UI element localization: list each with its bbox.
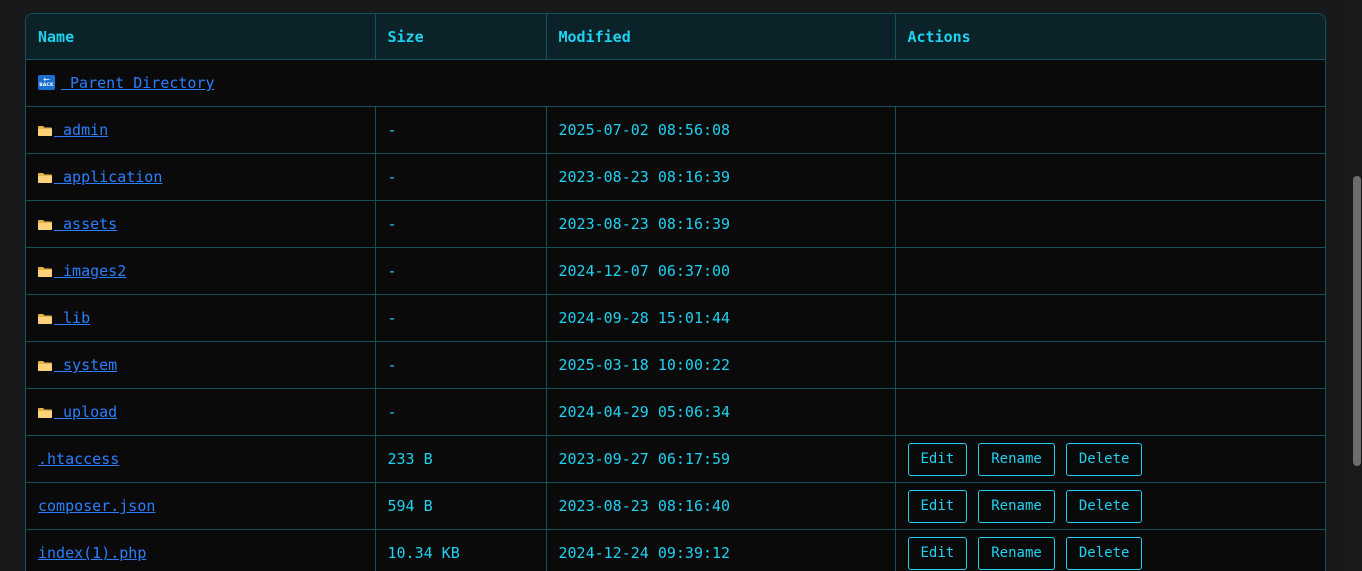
- table-row: application -2023-08-23 08:16:39: [26, 153, 1325, 201]
- modified-cell: 2023-08-23 08:16:39: [546, 200, 896, 248]
- size-cell: -: [375, 153, 547, 201]
- folder-link[interactable]: system: [54, 356, 117, 374]
- actions-cell: Edit Rename Delete: [895, 482, 1325, 530]
- size-cell: -: [375, 200, 547, 248]
- modified-cell: 2024-12-24 09:39:12: [546, 529, 896, 571]
- delete-button[interactable]: Delete: [1065, 536, 1143, 570]
- size-cell: 10.34 KB: [375, 529, 547, 571]
- size-cell: 233 B: [375, 435, 547, 483]
- size-cell: -: [375, 247, 547, 295]
- modified-cell: 2023-08-23 08:16:40: [546, 482, 896, 530]
- table-row: assets -2023-08-23 08:16:39: [26, 200, 1325, 248]
- name-cell: composer.json: [26, 482, 376, 530]
- name-cell: index(1).php: [26, 529, 376, 571]
- folder-link[interactable]: lib: [54, 309, 90, 327]
- folder-icon: [38, 169, 52, 183]
- actions-cell: [895, 153, 1325, 201]
- edit-button[interactable]: Edit: [907, 489, 968, 523]
- file-table-container: Name Size Modified Actions ← BACK Parent …: [25, 13, 1326, 571]
- parent-directory-link[interactable]: Parent Directory: [61, 74, 215, 92]
- actions-cell: [895, 341, 1325, 389]
- column-header-name: Name: [26, 14, 376, 60]
- parent-directory-cell: ← BACK Parent Directory: [26, 59, 1325, 107]
- delete-button[interactable]: Delete: [1065, 489, 1143, 523]
- folder-link[interactable]: images2: [54, 262, 126, 280]
- file-link[interactable]: composer.json: [38, 497, 155, 515]
- actions-cell: Edit Rename Delete: [895, 435, 1325, 483]
- modified-cell: 2023-09-27 06:17:59: [546, 435, 896, 483]
- table-row: lib -2024-09-28 15:01:44: [26, 294, 1325, 342]
- column-header-actions: Actions: [895, 14, 1325, 60]
- actions-cell: [895, 106, 1325, 154]
- size-cell: 594 B: [375, 482, 547, 530]
- name-cell: lib: [26, 294, 376, 342]
- actions-cell: [895, 247, 1325, 295]
- rename-button[interactable]: Rename: [978, 536, 1055, 570]
- back-icon: ← BACK: [38, 75, 55, 90]
- folder-icon: [38, 263, 52, 277]
- table-header-row: Name Size Modified Actions: [26, 14, 1325, 60]
- modified-cell: 2023-08-23 08:16:39: [546, 153, 896, 201]
- table-row: images2 -2024-12-07 06:37:00: [26, 247, 1325, 295]
- folder-icon: [38, 357, 52, 371]
- size-cell: -: [375, 341, 547, 389]
- table-row: composer.json 594 B 2023-08-23 08:16:40 Edi…: [26, 482, 1325, 530]
- table-row: admin -2025-07-02 08:56:08: [26, 106, 1325, 154]
- file-manager-page: Name Size Modified Actions ← BACK Parent …: [0, 0, 1362, 571]
- file-table: Name Size Modified Actions ← BACK Parent …: [26, 14, 1325, 571]
- file-link[interactable]: .htaccess: [38, 450, 119, 468]
- actions-cell: [895, 388, 1325, 436]
- name-cell: .htaccess: [26, 435, 376, 483]
- column-header-size: Size: [375, 14, 547, 60]
- table-row: index(1).php 10.34 KB 2024-12-24 09:39:12 E…: [26, 529, 1325, 571]
- modified-cell: 2025-07-02 08:56:08: [546, 106, 896, 154]
- rename-button[interactable]: Rename: [978, 442, 1055, 476]
- name-cell: upload: [26, 388, 376, 436]
- file-link[interactable]: index(1).php: [38, 544, 146, 562]
- size-cell: -: [375, 388, 547, 436]
- folder-icon: [38, 404, 52, 418]
- folder-link[interactable]: admin: [54, 121, 108, 139]
- folder-icon: [38, 216, 52, 230]
- name-cell: admin: [26, 106, 376, 154]
- parent-directory-row: ← BACK Parent Directory: [26, 59, 1325, 107]
- actions-cell: [895, 294, 1325, 342]
- table-row: system -2025-03-18 10:00:22: [26, 341, 1325, 389]
- folder-link[interactable]: assets: [54, 215, 117, 233]
- size-cell: -: [375, 106, 547, 154]
- folder-icon: [38, 310, 52, 324]
- modified-cell: 2024-09-28 15:01:44: [546, 294, 896, 342]
- table-row: upload -2024-04-29 05:06:34: [26, 388, 1325, 436]
- rename-button[interactable]: Rename: [978, 489, 1055, 523]
- folder-icon: [38, 122, 52, 136]
- scrollbar-thumb[interactable]: [1353, 176, 1361, 466]
- table-row: .htaccess 233 B 2023-09-27 06:17:59 Edit Re…: [26, 435, 1325, 483]
- modified-cell: 2025-03-18 10:00:22: [546, 341, 896, 389]
- modified-cell: 2024-12-07 06:37:00: [546, 247, 896, 295]
- name-cell: application: [26, 153, 376, 201]
- folder-link[interactable]: upload: [54, 403, 117, 421]
- edit-button[interactable]: Edit: [907, 536, 968, 570]
- actions-cell: [895, 200, 1325, 248]
- vertical-scrollbar[interactable]: [1350, 0, 1362, 571]
- folder-link[interactable]: application: [54, 168, 162, 186]
- size-cell: -: [375, 294, 547, 342]
- name-cell: assets: [26, 200, 376, 248]
- modified-cell: 2024-04-29 05:06:34: [546, 388, 896, 436]
- column-header-modified: Modified: [546, 14, 896, 60]
- name-cell: images2: [26, 247, 376, 295]
- name-cell: system: [26, 341, 376, 389]
- actions-cell: Edit Rename Delete: [895, 529, 1325, 571]
- edit-button[interactable]: Edit: [907, 442, 968, 476]
- delete-button[interactable]: Delete: [1065, 442, 1143, 476]
